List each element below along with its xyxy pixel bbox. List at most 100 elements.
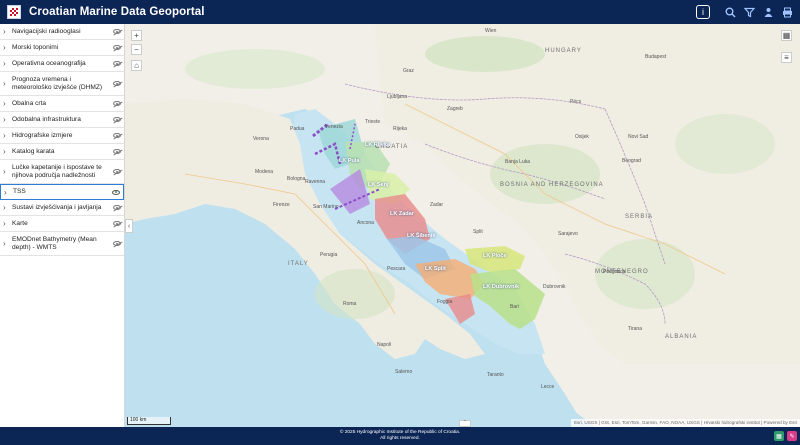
eye-off-icon[interactable] bbox=[113, 61, 121, 66]
chevron-right-icon[interactable]: › bbox=[3, 131, 6, 140]
layer-label: Hidrografske izmjere bbox=[12, 131, 73, 139]
map-label: Verona bbox=[253, 136, 269, 142]
map-attribution: Esri, USGS | GIS, Esri, TomTom, Garmin, … bbox=[570, 419, 800, 427]
eye-off-icon[interactable] bbox=[113, 117, 121, 122]
basemap-gallery-icon[interactable]: ▦ bbox=[781, 30, 792, 41]
layer-label: Navigacijski radiooglasi bbox=[12, 27, 81, 35]
harbour-label: LK Rijeka bbox=[365, 142, 391, 148]
croatia-logo bbox=[7, 5, 21, 19]
eye-off-icon[interactable] bbox=[113, 81, 121, 86]
layers-icon[interactable]: ≡ bbox=[781, 52, 792, 63]
map-label: Venezia bbox=[325, 124, 343, 130]
chevron-right-icon[interactable]: › bbox=[3, 99, 6, 108]
chevron-right-icon[interactable]: › bbox=[3, 79, 6, 88]
chevron-right-icon[interactable]: › bbox=[3, 27, 6, 36]
layer-item[interactable]: › Morski toponimi bbox=[0, 40, 124, 56]
layer-item[interactable]: › EMODnet Bathymetry (Mean depth) - WMTS bbox=[0, 232, 124, 256]
layer-item[interactable]: › Sustavi izvješćivanja i javljanja bbox=[0, 200, 124, 216]
layer-item[interactable]: › Karte bbox=[0, 216, 124, 232]
collapse-panel-button[interactable]: ‹ bbox=[125, 219, 133, 233]
map-view[interactable]: + − ⌂ ▦ ≡ ‹ ˆ HUNGARY CROATIA BOSNIA AND… bbox=[125, 24, 800, 427]
layer-label: Odobalna infrastruktura bbox=[12, 115, 81, 123]
home-icon[interactable]: ⌂ bbox=[131, 60, 142, 71]
layer-item[interactable]: › Odobalna infrastruktura bbox=[0, 112, 124, 128]
chevron-right-icon[interactable]: › bbox=[3, 115, 6, 124]
eye-off-icon[interactable] bbox=[113, 221, 121, 226]
app-header: Croatian Marine Data Geoportal i bbox=[0, 0, 800, 24]
person-icon[interactable] bbox=[762, 6, 775, 19]
chevron-right-icon[interactable]: › bbox=[4, 188, 7, 197]
map-label: Budapest bbox=[645, 54, 667, 60]
chevron-right-icon[interactable]: › bbox=[3, 59, 6, 68]
powered-by[interactable]: Powered by Esri bbox=[764, 420, 797, 425]
layer-list: › Navigacijski radiooglasi › Morski toponi… bbox=[0, 24, 125, 427]
grid-icon[interactable]: ▦ bbox=[774, 431, 784, 441]
copyright-text: © 2025 Hydrographic Institute of the Rep… bbox=[339, 430, 461, 435]
chevron-right-icon[interactable]: › bbox=[3, 219, 6, 228]
map-label: Perugia bbox=[320, 252, 338, 258]
map-label: Padua bbox=[290, 126, 305, 132]
layer-item-tss[interactable]: › TSS bbox=[0, 184, 124, 200]
map-label: Modena bbox=[255, 169, 274, 175]
info-button[interactable]: i bbox=[696, 5, 710, 19]
map-label: Split bbox=[473, 229, 483, 235]
zoom-in-button[interactable]: + bbox=[131, 30, 142, 41]
map-label: Lecce bbox=[541, 384, 555, 390]
eye-off-icon[interactable] bbox=[113, 169, 121, 174]
map-label: Pécs bbox=[570, 99, 582, 105]
layer-item[interactable]: › Obalna crta bbox=[0, 96, 124, 112]
eye-icon[interactable] bbox=[112, 189, 120, 195]
map-label: Podgorica bbox=[603, 269, 626, 275]
harbour-label: LK Split bbox=[425, 266, 446, 272]
map-label: Novi Sad bbox=[628, 134, 649, 140]
map-label: Dubrovnik bbox=[543, 284, 566, 290]
layer-item[interactable]: › Lučke kapetanije i ispostave te njihova… bbox=[0, 160, 124, 184]
map-label: Zagreb bbox=[447, 106, 463, 112]
chevron-right-icon[interactable]: › bbox=[3, 239, 6, 248]
chevron-right-icon[interactable]: › bbox=[3, 147, 6, 156]
expand-footer-button[interactable]: ˆ bbox=[459, 420, 471, 427]
zoom-out-button[interactable]: − bbox=[131, 44, 142, 55]
harbour-label: LK Šibenik bbox=[407, 233, 436, 239]
layer-item[interactable]: › Hidrografske izmjere bbox=[0, 128, 124, 144]
layer-label: Operativna oceanografija bbox=[12, 59, 86, 67]
eye-off-icon[interactable] bbox=[113, 29, 121, 34]
search-icon[interactable] bbox=[724, 6, 737, 19]
map-label: Roma bbox=[343, 301, 357, 307]
map-label: Ravenna bbox=[305, 179, 326, 185]
chevron-right-icon[interactable]: › bbox=[3, 203, 6, 212]
map-label: Trieste bbox=[365, 119, 381, 125]
eye-off-icon[interactable] bbox=[113, 133, 121, 138]
eye-off-icon[interactable] bbox=[113, 45, 121, 50]
app-title: Croatian Marine Data Geoportal bbox=[29, 6, 205, 18]
map-label: Wien bbox=[485, 28, 497, 34]
layer-label: Katalog karata bbox=[12, 147, 55, 155]
eye-off-icon[interactable] bbox=[113, 241, 121, 246]
map-label: Sarajevo bbox=[558, 231, 578, 237]
eye-off-icon[interactable] bbox=[113, 205, 121, 210]
attribution-text: Esri, USGS | GIS, Esri, TomTom, Garmin, … bbox=[573, 420, 760, 425]
layer-label: Prognoza vremena i meteorološko izvješće… bbox=[12, 75, 103, 91]
filter-icon[interactable] bbox=[743, 6, 756, 19]
harbour-label: LK Ploče bbox=[483, 253, 507, 259]
edit-icon[interactable]: ✎ bbox=[787, 431, 797, 441]
map-label: Bari bbox=[510, 304, 519, 310]
chevron-right-icon[interactable]: › bbox=[3, 43, 6, 52]
eye-off-icon[interactable] bbox=[113, 149, 121, 154]
layer-item[interactable]: › Katalog karata bbox=[0, 144, 124, 160]
layer-item[interactable]: › Prognoza vremena i meteorološko izvješć… bbox=[0, 72, 124, 96]
map-label: Graz bbox=[403, 68, 414, 74]
basemap bbox=[125, 24, 800, 427]
chevron-right-icon[interactable]: › bbox=[3, 167, 6, 176]
map-label: HUNGARY bbox=[545, 48, 582, 54]
print-icon[interactable] bbox=[781, 6, 794, 19]
map-label: Taranto bbox=[487, 372, 504, 378]
layer-item[interactable]: › Navigacijski radiooglasi bbox=[0, 24, 124, 40]
map-label: Foggia bbox=[437, 299, 453, 305]
layer-item[interactable]: › Operativna oceanografija bbox=[0, 56, 124, 72]
layer-label: Sustavi izvješćivanja i javljanja bbox=[12, 203, 102, 211]
map-label: Tirana bbox=[628, 326, 642, 332]
map-label: SERBIA bbox=[625, 214, 654, 220]
map-label: ALBANIA bbox=[665, 334, 698, 340]
eye-off-icon[interactable] bbox=[113, 101, 121, 106]
